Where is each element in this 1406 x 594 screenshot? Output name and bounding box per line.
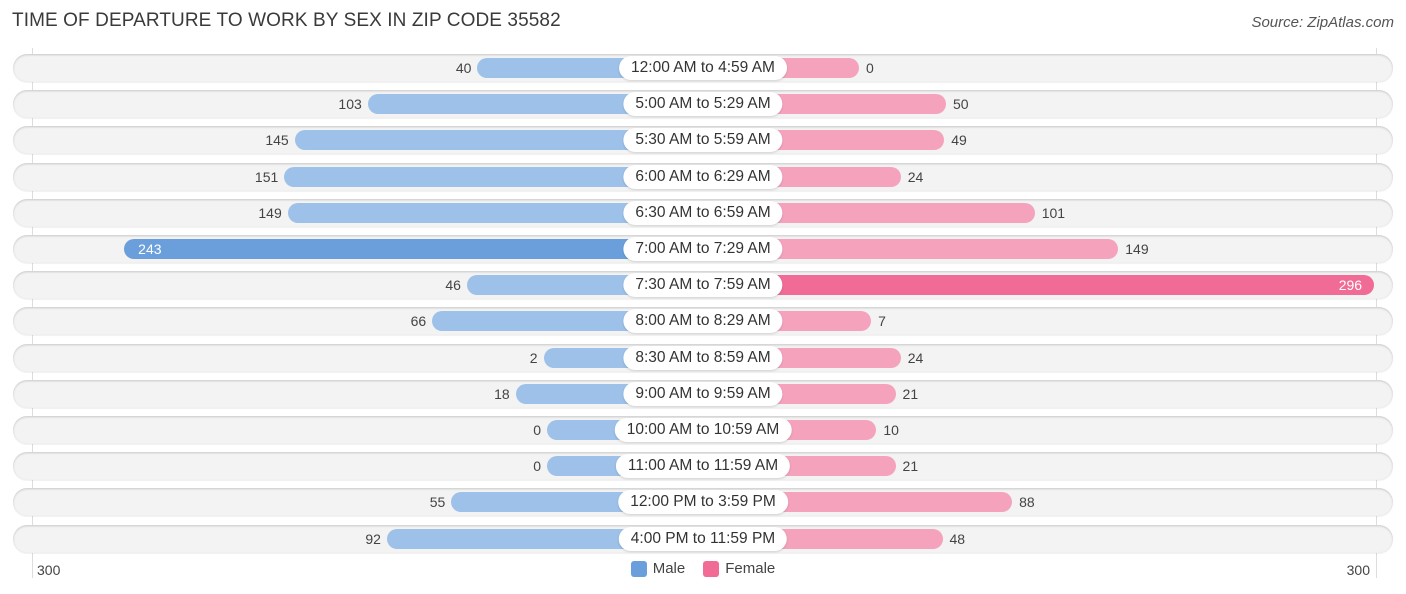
value-label-female: 88 [1019, 494, 1035, 511]
value-label-female: 21 [902, 385, 919, 402]
value-label-female: 101 [1041, 204, 1066, 221]
category-label: 7:30 AM to 7:59 AM [623, 273, 783, 298]
value-label-female: 7 [878, 313, 886, 330]
legend-label-male: Male [652, 560, 686, 577]
value-label-male: 92 [365, 530, 381, 547]
legend-swatch-female [703, 560, 720, 577]
value-label-female: 21 [902, 458, 919, 475]
category-label: 6:00 AM to 6:29 AM [623, 164, 783, 189]
value-label-male: 18 [494, 385, 510, 402]
category-label: 12:00 AM to 4:59 AM [619, 56, 787, 80]
legend-item-male: Male [630, 560, 686, 577]
value-label-female: 0 [866, 60, 874, 76]
legend-label-female: Female [725, 560, 776, 577]
value-label-male: 40 [455, 60, 472, 76]
legend: Male Female [0, 560, 1406, 577]
chart-title: TIME OF DEPARTURE TO WORK BY SEX IN ZIP … [12, 10, 561, 31]
value-label-female: 24 [907, 168, 924, 185]
category-label: 11:00 AM to 11:59 AM [615, 454, 791, 479]
value-label-female: 49 [951, 132, 967, 149]
value-label-male: 243 [138, 241, 162, 257]
value-label-male: 46 [445, 277, 461, 294]
value-label-female: 296 [1338, 277, 1363, 294]
value-label-female: 24 [907, 349, 924, 366]
category-label: 8:30 AM to 8:59 AM [623, 345, 783, 370]
category-label: 7:00 AM to 7:29 AM [623, 237, 783, 261]
value-label-female: 50 [953, 96, 969, 113]
category-label: 12:00 PM to 3:59 PM [618, 490, 788, 515]
value-label-male: 66 [410, 313, 427, 330]
category-label: 10:00 AM to 10:59 AM [614, 418, 792, 442]
value-label-male: 2 [529, 349, 538, 366]
legend-swatch-male [630, 560, 647, 577]
value-label-female: 48 [949, 530, 966, 547]
category-label: 5:30 AM to 5:59 AM [623, 128, 783, 153]
value-label-male: 103 [338, 96, 362, 113]
source-note: Source: ZipAtlas.com [1251, 14, 1394, 31]
category-label: 5:00 AM to 5:29 AM [623, 92, 783, 117]
value-label-female: 149 [1125, 241, 1149, 257]
category-label: 9:00 AM to 9:59 AM [623, 381, 783, 406]
bar-male [124, 239, 703, 259]
value-label-male: 0 [533, 458, 541, 475]
category-label: 4:00 PM to 11:59 PM [618, 526, 788, 551]
value-label-male: 151 [254, 168, 279, 185]
bar-female [703, 275, 1375, 296]
value-label-male: 149 [258, 204, 282, 221]
value-label-male: 145 [265, 132, 289, 149]
category-label: 6:30 AM to 6:59 AM [623, 200, 783, 225]
category-label: 8:00 AM to 8:29 AM [623, 309, 783, 334]
value-label-male: 0 [533, 422, 541, 438]
legend-item-female: Female [703, 560, 775, 577]
value-label-female: 10 [883, 422, 899, 438]
value-label-male: 55 [429, 494, 446, 511]
